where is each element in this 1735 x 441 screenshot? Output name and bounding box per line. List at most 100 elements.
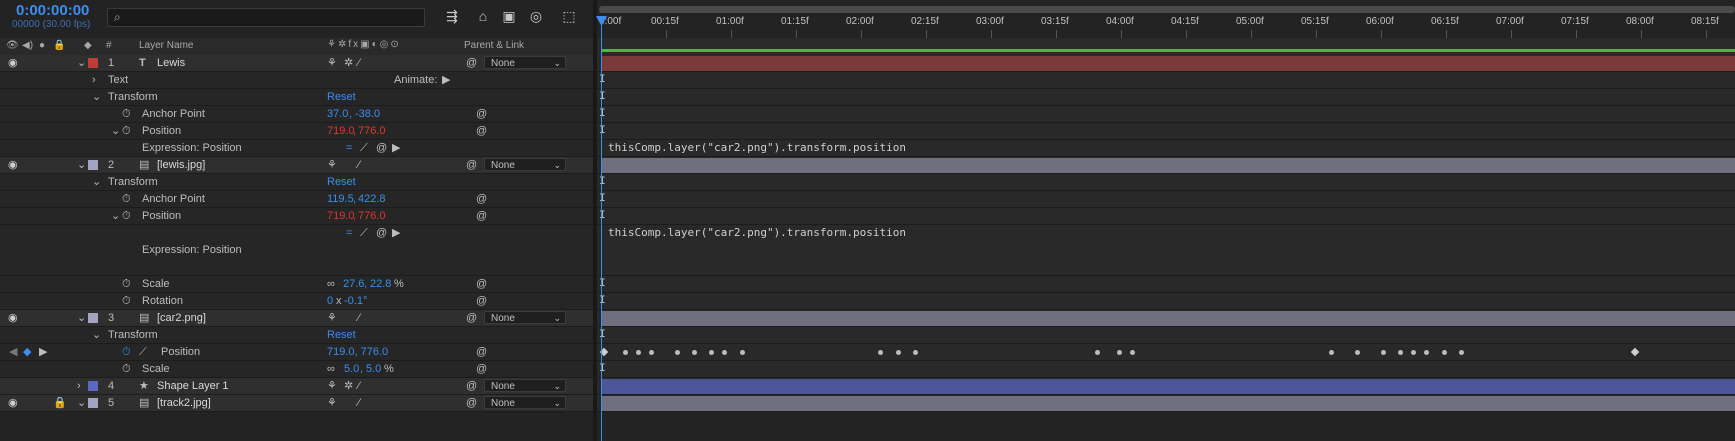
expression-enable-icon[interactable]: = — [346, 226, 352, 240]
shy-switch-icon[interactable]: ⚘ — [327, 311, 337, 325]
layer-duration-bar[interactable] — [601, 396, 1735, 411]
position-keyframe[interactable] — [913, 350, 918, 355]
track-layer-4[interactable] — [597, 378, 1735, 395]
eye-icon[interactable]: ◉ — [8, 158, 18, 171]
visibility-column-icon[interactable]: 👁 — [6, 40, 19, 51]
position-y-value[interactable]: 776.0 — [358, 124, 386, 138]
stopwatch-icon[interactable]: ⏱ — [122, 209, 131, 223]
twirl-open-icon[interactable]: ⌄ — [111, 209, 120, 223]
label-color-swatch[interactable] — [88, 58, 98, 68]
layer-duration-bar[interactable] — [601, 158, 1735, 173]
position-x-value[interactable]: 719.0 — [327, 209, 355, 223]
stopwatch-active-icon[interactable]: ⏱ — [122, 345, 131, 359]
layer-row-2[interactable]: ◉ ⌄ 2 ▤ [lewis.jpg] ⚘ ⁄ @ None ⌄ — [0, 157, 593, 174]
prop-row-transform[interactable]: ⌄ Transform Reset — [0, 89, 593, 106]
position-y-value[interactable]: 776.0 — [358, 209, 386, 223]
position-keyframe[interactable] — [1355, 350, 1360, 355]
pickwhip-icon[interactable]: @ — [466, 396, 477, 410]
scale-y-value[interactable]: 22.8 — [370, 277, 391, 291]
expression-menu-icon[interactable]: ▶ — [392, 141, 400, 155]
expression-graph-icon[interactable]: ⟋ — [360, 141, 368, 155]
track-layer-5[interactable] — [597, 395, 1735, 412]
position-keyframe[interactable] — [1129, 350, 1135, 355]
label-color-swatch[interactable] — [88, 160, 98, 170]
layer-name[interactable]: [car2.png] — [157, 311, 206, 325]
eye-icon[interactable]: ◉ — [8, 311, 18, 324]
stopwatch-icon[interactable]: ⏱ — [122, 124, 131, 138]
collapse-switch-icon[interactable]: ✲ — [344, 379, 353, 393]
eye-icon[interactable]: ◉ — [8, 56, 18, 69]
pickwhip-icon[interactable]: @ — [476, 209, 487, 223]
position-keyframe[interactable] — [1411, 350, 1417, 355]
expression-graph-icon[interactable]: ⟋ — [360, 226, 368, 240]
position-keyframe[interactable] — [692, 350, 697, 355]
pickwhip-icon[interactable]: @ — [476, 124, 487, 138]
collapse-switch-icon[interactable]: ✲ — [344, 56, 353, 70]
layer-row-3[interactable]: ◉ ⌄ 3 ▤ [car2.png] ⚘ ⁄ @ None ⌄ — [0, 310, 593, 327]
shy-icon[interactable]: ▣ — [500, 8, 518, 24]
expression-pickwhip-icon[interactable]: @ — [376, 226, 387, 240]
stopwatch-icon[interactable]: ⏱ — [122, 362, 131, 376]
label-color-swatch[interactable] — [88, 381, 98, 391]
track-layer-3[interactable] — [597, 310, 1735, 327]
reset-link[interactable]: Reset — [327, 90, 356, 104]
label-color-swatch[interactable] — [88, 398, 98, 408]
stopwatch-icon[interactable]: ⏱ — [122, 277, 131, 291]
layer-name[interactable]: [track2.jpg] — [157, 396, 211, 410]
label-color-swatch[interactable] — [88, 313, 98, 323]
rotation-turns-value[interactable]: 0 — [327, 294, 333, 308]
position-keyframe[interactable] — [878, 350, 884, 355]
position-keyframe[interactable] — [709, 350, 715, 355]
audio-column-icon[interactable]: ◀) — [22, 40, 33, 51]
pickwhip-icon[interactable]: @ — [466, 158, 477, 172]
expression-pickwhip-icon[interactable]: @ — [376, 141, 387, 155]
position-keyframe[interactable] — [1441, 350, 1447, 355]
prop-row-position[interactable]: ◀ ◆ ▶ ⏱ ⟋ Position 719.0, 776.0 @ — [0, 344, 593, 361]
prop-row-anchor-point[interactable]: ⏱ Anchor Point 37.0 , -38.0 @ — [0, 106, 593, 123]
layer-name[interactable]: Shape Layer 1 — [157, 379, 229, 393]
quality-switch-icon[interactable]: ⁄ — [358, 396, 360, 410]
shy-switch-icon[interactable]: ⚘ — [327, 379, 337, 393]
current-time-indicator[interactable] — [601, 22, 602, 441]
scale-x-value[interactable]: 27.6 — [343, 277, 364, 291]
position-keyframe[interactable] — [1398, 350, 1404, 355]
position-keyframe[interactable] — [1329, 350, 1334, 355]
position-value[interactable]: 719.0, 776.0 — [327, 345, 388, 359]
twirl-open-icon[interactable]: ⌄ — [77, 311, 86, 325]
anchor-y-value[interactable]: -38.0 — [355, 107, 380, 121]
lock-column-icon[interactable]: 🔒 — [53, 40, 65, 51]
comp-flowchart-icon[interactable]: ⇶ — [443, 8, 461, 24]
twirl-closed-icon[interactable]: › — [77, 379, 81, 393]
position-keyframe[interactable] — [622, 350, 628, 355]
prev-keyframe-icon[interactable]: ◀ — [9, 345, 17, 359]
graph-editor-icon[interactable]: ⬚ — [560, 8, 578, 24]
add-keyframe-icon[interactable]: ◆ — [23, 345, 31, 359]
prop-row-rotation[interactable]: ⏱ Rotation 0 x -0.1° @ — [0, 293, 593, 310]
pickwhip-icon[interactable]: @ — [476, 192, 487, 206]
twirl-open-icon[interactable]: ⌄ — [77, 56, 86, 70]
twirl-open-icon[interactable]: ⌄ — [111, 124, 120, 138]
pickwhip-icon[interactable]: @ — [476, 107, 487, 121]
draft-3d-icon[interactable]: ⌂ — [474, 8, 492, 24]
constrain-proportions-icon[interactable]: ∞ — [327, 277, 335, 291]
animate-menu-icon[interactable]: ▶ — [442, 73, 450, 87]
label-column-icon[interactable]: ◆ — [84, 40, 92, 51]
prop-row-expression[interactable]: = ⟋ @ ▶ Expression: Position — [0, 225, 593, 276]
position-keyframe[interactable] — [1459, 350, 1464, 355]
prop-row-transform[interactable]: ⌄ Transform Reset — [0, 327, 593, 344]
track-layer-2[interactable] — [597, 157, 1735, 174]
layer-search-input[interactable]: ⌕ — [107, 8, 425, 27]
pickwhip-icon[interactable]: @ — [466, 56, 477, 70]
anchor-y-value[interactable]: 422.8 — [358, 192, 386, 206]
pickwhip-icon[interactable]: @ — [476, 294, 487, 308]
position-keyframe[interactable] — [1424, 350, 1430, 355]
layer-name[interactable]: Lewis — [157, 56, 185, 70]
parent-dropdown[interactable]: None ⌄ — [484, 56, 566, 69]
quality-switch-icon[interactable]: ⁄ — [358, 158, 360, 172]
reset-link[interactable]: Reset — [327, 328, 356, 342]
scale-y-value[interactable]: 5.0 — [366, 362, 381, 376]
prop-row-scale[interactable]: ⏱ Scale ∞ 5.0 , 5.0 % @ — [0, 361, 593, 378]
position-x-value[interactable]: 719.0 — [327, 124, 355, 138]
position-keyframe[interactable] — [648, 350, 654, 355]
twirl-open-icon[interactable]: ⌄ — [92, 90, 101, 104]
